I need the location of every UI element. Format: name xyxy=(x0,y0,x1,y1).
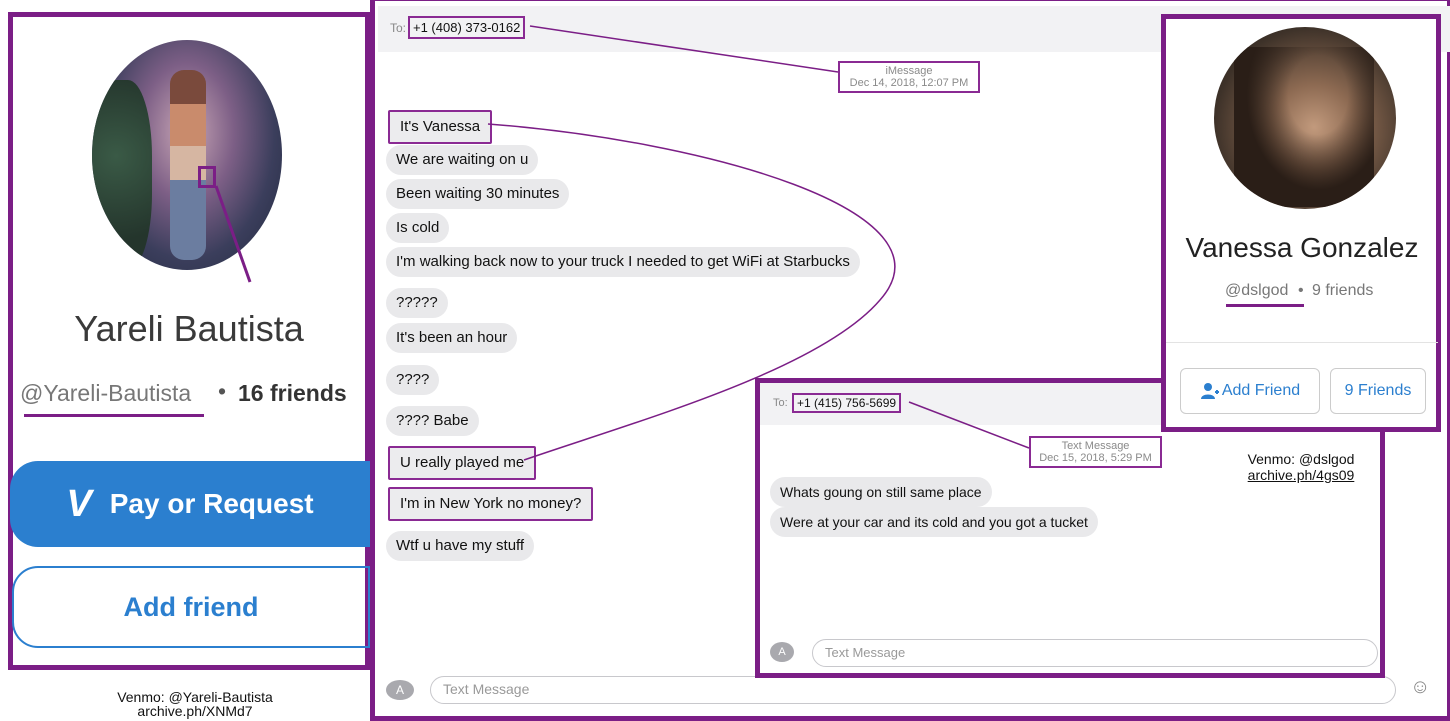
annotation-lines xyxy=(214,25,1030,461)
connector-line xyxy=(529,25,839,73)
connector-line xyxy=(908,401,1030,449)
connector-curve xyxy=(487,123,896,461)
connector-line xyxy=(214,185,252,283)
